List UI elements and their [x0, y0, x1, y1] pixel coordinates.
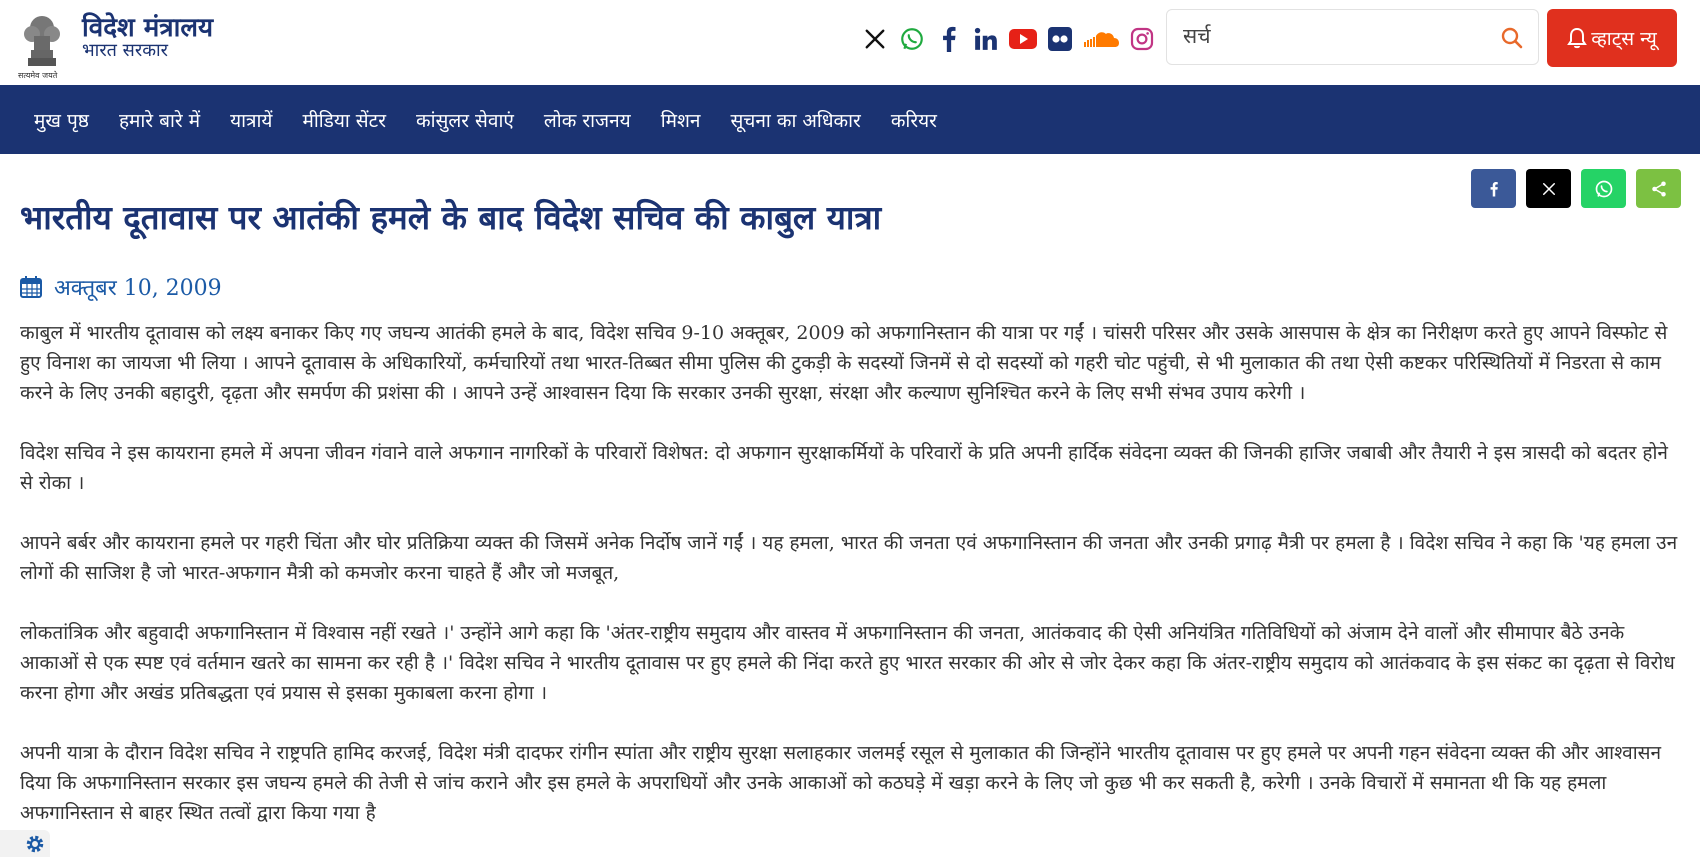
nav-item-about[interactable]: हमारे बारे में: [119, 107, 200, 133]
share-whatsapp-button[interactable]: [1581, 169, 1626, 208]
social-links: [860, 22, 1164, 56]
article-paragraph: आपने बर्बर और कायराना हमले पर गहरी चिंता…: [20, 532, 1678, 584]
article-paragraph: विदेश सचिव ने इस कायराना हमले में अपना ज…: [20, 442, 1668, 494]
share-x-button[interactable]: [1526, 169, 1571, 208]
nav-item-public-diplomacy[interactable]: लोक राजनय: [544, 107, 631, 133]
whats-new-label: व्हाट्स न्यू: [1591, 28, 1657, 50]
article-body: काबुल में भारतीय दूतावास को लक्ष्य बनाकर…: [20, 318, 1684, 858]
nav-item-consular-services[interactable]: कांसुलर सेवाएं: [416, 107, 514, 133]
linkedin-icon[interactable]: [971, 24, 1001, 54]
x-icon[interactable]: [860, 24, 890, 54]
facebook-icon: [1490, 181, 1498, 196]
share-icon: [1651, 181, 1666, 196]
whatsapp-icon: [1595, 180, 1612, 197]
share-more-button[interactable]: [1636, 169, 1681, 208]
calendar-icon: [20, 276, 42, 298]
instagram-icon[interactable]: [1127, 24, 1157, 54]
facebook-icon[interactable]: [934, 24, 964, 54]
article-date: अक्तूबर 10, 2009: [20, 272, 222, 302]
nav-item-home[interactable]: मुख पृष्ठ: [34, 107, 89, 133]
soundcloud-icon[interactable]: [1082, 24, 1120, 54]
search-icon[interactable]: [1500, 26, 1524, 50]
search-box: [1166, 9, 1539, 65]
emblem-motto: सत्यमेव जयते: [18, 71, 58, 80]
main-navigation: मुख पृष्ठ हमारे बारे में यात्रायें मीडिय…: [0, 85, 1700, 154]
flickr-icon[interactable]: [1045, 24, 1075, 54]
brand-subtitle: भारत सरकार: [82, 40, 169, 61]
bell-icon: [1567, 27, 1588, 49]
nav-item-missions[interactable]: मिशन: [661, 107, 701, 133]
nav-item-career[interactable]: करियर: [891, 107, 937, 133]
national-emblem-icon[interactable]: [18, 6, 66, 78]
article-paragraph: काबुल में भारतीय दूतावास को लक्ष्य बनाकर…: [20, 322, 1668, 404]
search-input[interactable]: [1181, 20, 1485, 52]
nav-item-rti[interactable]: सूचना का अधिकार: [730, 107, 860, 133]
article-date-text: अक्तूबर 10, 2009: [54, 276, 222, 301]
whats-new-button[interactable]: व्हाट्स न्यू: [1547, 9, 1677, 67]
brand-title[interactable]: विदेश मंत्रालय: [82, 13, 213, 43]
whatsapp-icon[interactable]: [897, 24, 927, 54]
page-title: भारतीय दूतावास पर आतंकी हमले के बाद विदे…: [20, 198, 882, 237]
share-facebook-button[interactable]: [1471, 169, 1516, 208]
accessibility-widget-button[interactable]: [0, 830, 50, 857]
article-paragraph: लोकतांत्रिक और बहुवादी अफगानिस्तान में व…: [20, 622, 1675, 704]
youtube-icon[interactable]: [1008, 24, 1038, 54]
nav-item-visits[interactable]: यात्रायें: [230, 107, 272, 133]
nav-item-media-center[interactable]: मीडिया सेंटर: [302, 107, 386, 133]
x-icon: [1542, 182, 1555, 195]
article-paragraph: अपनी यात्रा के दौरान विदेश सचिव ने राष्ट…: [20, 742, 1662, 824]
site-header: विदेश मंत्रालय भारत सरकार सत्यमेव जयते स…: [0, 0, 1700, 85]
gear-icon: [26, 835, 44, 852]
